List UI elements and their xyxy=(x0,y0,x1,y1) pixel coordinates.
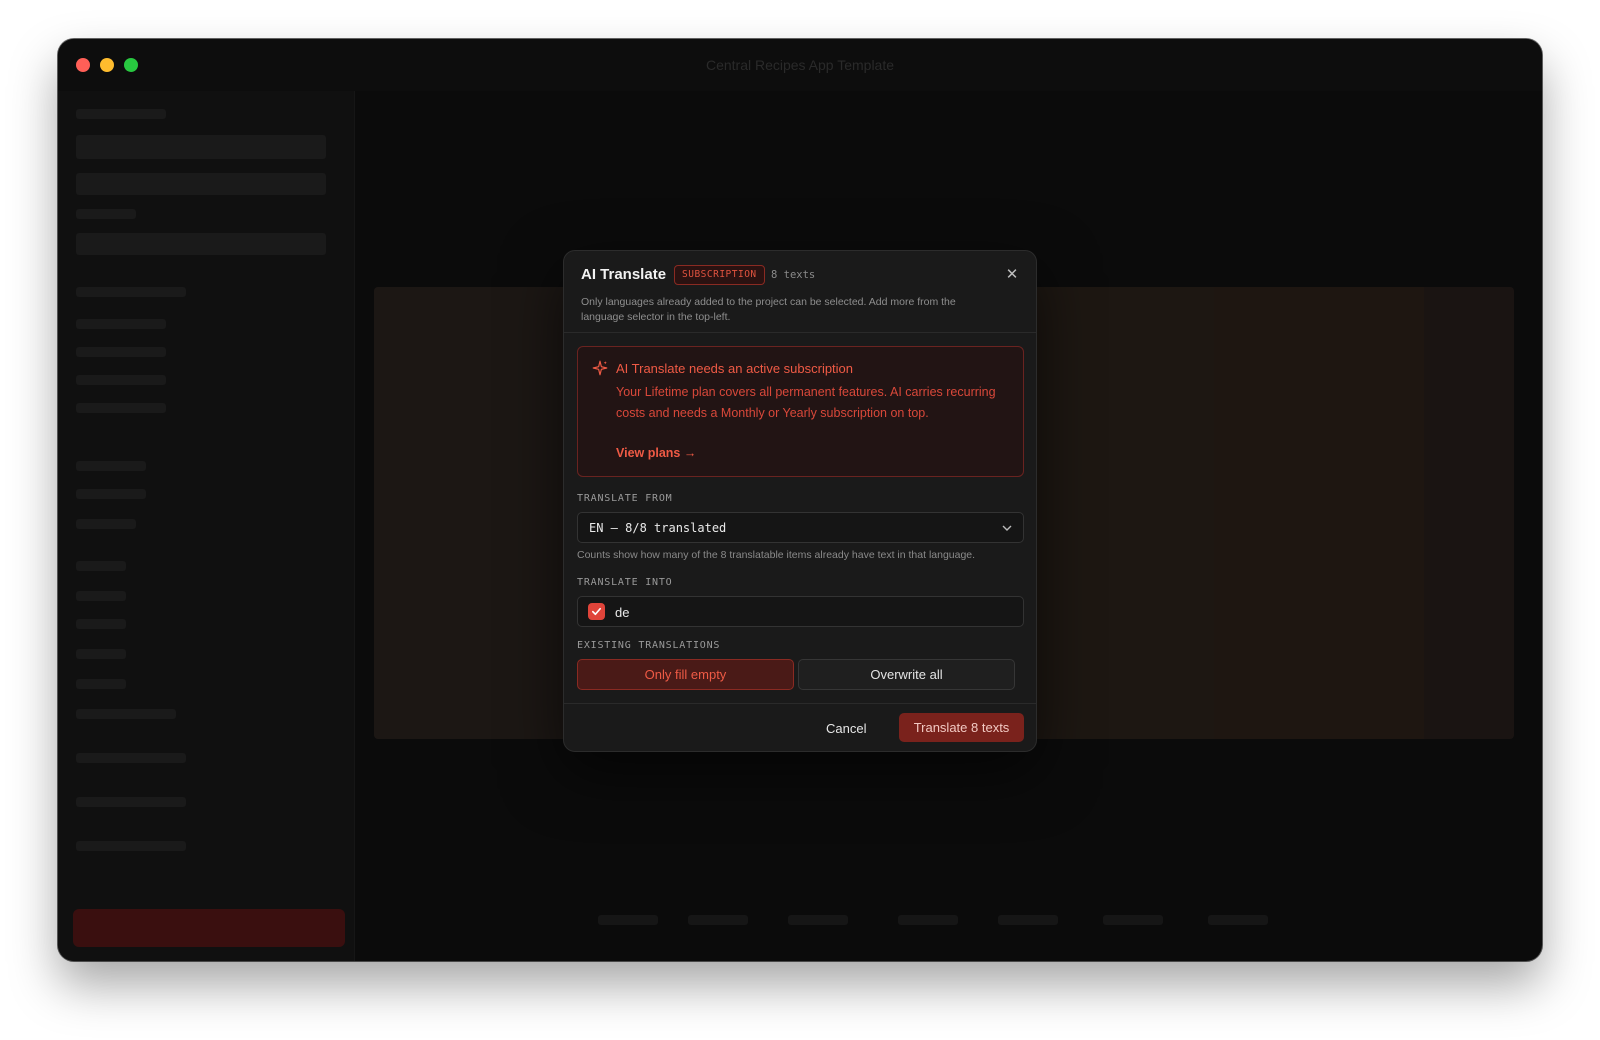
alert-body: Your Lifetime plan covers all permanent … xyxy=(616,385,996,420)
close-icon[interactable]: ✕ xyxy=(1002,265,1022,285)
source-language-hint: Counts show how many of the 8 translatab… xyxy=(577,549,976,561)
view-plans-link[interactable]: View plans → xyxy=(616,446,696,460)
export-button[interactable] xyxy=(73,909,345,947)
overwrite-all-option[interactable]: Overwrite all xyxy=(798,659,1015,690)
translate-from-label: TRANSLATE FROM xyxy=(577,493,673,504)
cancel-button[interactable]: Cancel xyxy=(826,721,866,736)
sparkle-icon xyxy=(592,360,608,376)
dialog-subtitle: Only languages already added to the proj… xyxy=(581,296,956,323)
subscription-badge: SUBSCRIPTION xyxy=(674,265,765,285)
target-language-list: de xyxy=(577,596,1024,627)
dialog-footer: Cancel Translate 8 texts xyxy=(564,703,1036,751)
source-language-value: EN — 8/8 translated xyxy=(589,521,727,535)
sidebar-backdrop xyxy=(58,91,355,961)
existing-translations-label: EXISTING TRANSLATIONS xyxy=(577,640,721,651)
translate-into-label: TRANSLATE INTO xyxy=(577,577,673,588)
text-count: 8 texts xyxy=(771,269,816,281)
only-fill-empty-option[interactable]: Only fill empty xyxy=(577,659,794,690)
ai-translate-dialog: AI Translate SUBSCRIPTION 8 texts ✕ Only… xyxy=(563,250,1037,752)
translate-button[interactable]: Translate 8 texts xyxy=(899,713,1024,742)
chevron-down-icon xyxy=(1002,525,1012,531)
subscription-alert: AI Translate needs an active subscriptio… xyxy=(577,346,1024,477)
source-language-select[interactable]: EN — 8/8 translated xyxy=(577,512,1024,543)
target-language-label: de xyxy=(615,605,630,620)
dialog-header: AI Translate SUBSCRIPTION 8 texts ✕ Only… xyxy=(564,251,1036,333)
checkmark-icon xyxy=(592,607,601,616)
title-bar: Central Recipes App Template xyxy=(58,39,1542,91)
target-language-checkbox[interactable] xyxy=(588,603,605,620)
window-title: Central Recipes App Template xyxy=(705,57,895,73)
dialog-title: AI Translate xyxy=(581,266,667,283)
alert-title: AI Translate needs an active subscriptio… xyxy=(616,361,854,376)
